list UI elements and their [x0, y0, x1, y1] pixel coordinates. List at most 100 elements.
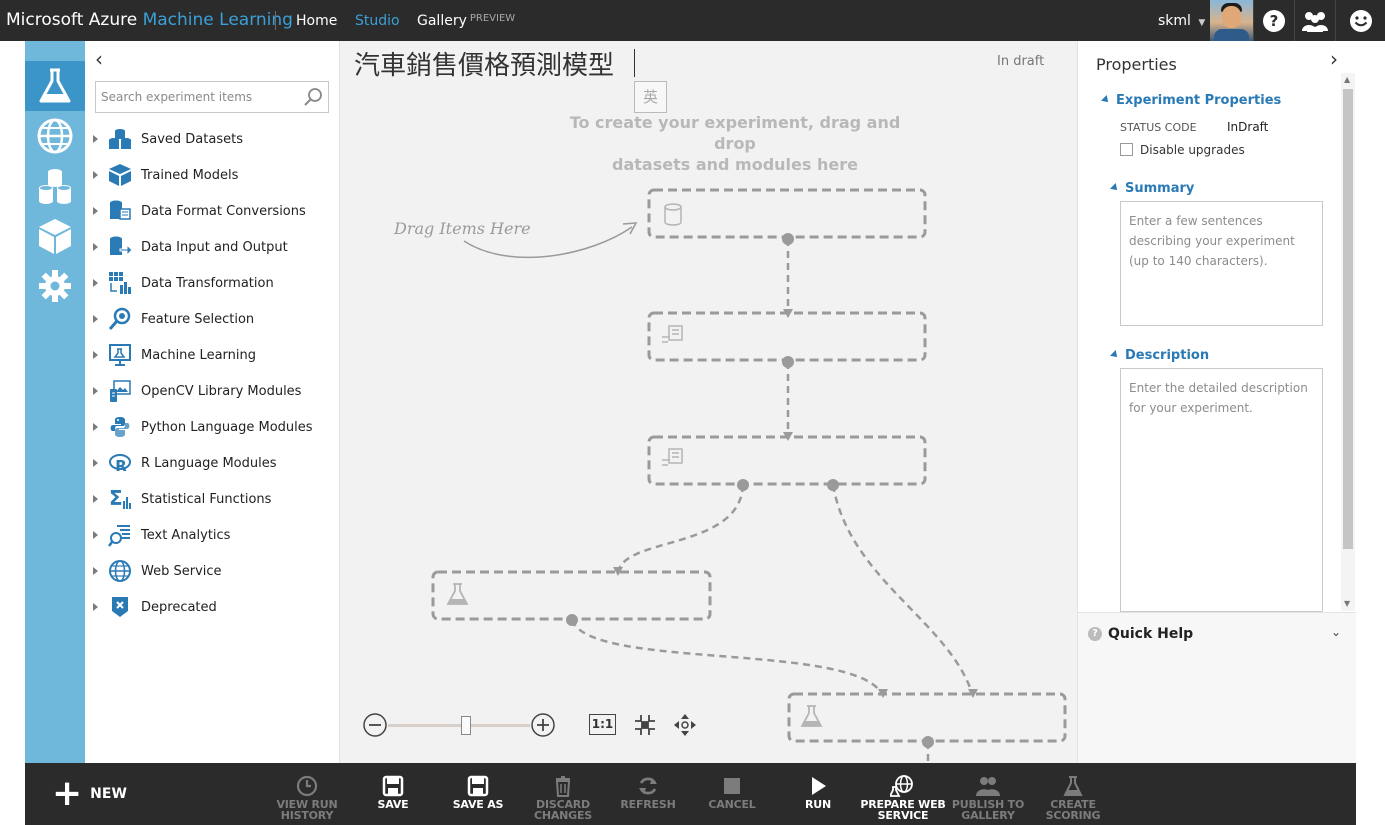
port-1 [782, 233, 794, 245]
save-button[interactable]: SAVE [348, 773, 438, 810]
palette-item[interactable]: Saved Datasets [93, 126, 333, 152]
experiment-properties-header[interactable]: Experiment Properties [1101, 93, 1281, 108]
palette-item[interactable]: Text Analytics [93, 522, 333, 548]
properties-title: Properties [1096, 55, 1177, 74]
palette-item-label: R Language Modules [141, 455, 277, 471]
summary-textarea[interactable]: Enter a few sentences describing your ex… [1120, 201, 1323, 326]
expand-arrow-icon[interactable] [93, 531, 98, 539]
text-analytics-icon [108, 523, 132, 547]
expand-arrow-icon[interactable] [93, 423, 98, 431]
expand-arrow-icon[interactable] [93, 459, 98, 467]
search-box [95, 81, 329, 113]
zoom-out-icon[interactable] [362, 712, 388, 738]
palette-item[interactable]: R R Language Modules [93, 450, 333, 476]
zoom-slider-track[interactable] [388, 724, 530, 727]
save-as-button[interactable]: SAVE AS [433, 773, 523, 810]
nav-home[interactable]: Home [296, 13, 337, 29]
palette-item[interactable]: Machine Learning [93, 342, 333, 368]
description-header[interactable]: Description [1110, 348, 1209, 363]
palette-item[interactable]: Data Transformation [93, 270, 333, 296]
palette-item-label: Web Service [141, 563, 222, 579]
connector-5 [570, 619, 885, 697]
refresh-icon [603, 773, 693, 799]
collapse-palette-icon[interactable]: ‹ [95, 47, 103, 71]
palette-item[interactable]: OpenCV Library Modules [93, 378, 333, 404]
datasets-icon[interactable] [25, 161, 85, 211]
web-services-icon[interactable] [25, 111, 85, 161]
nav-studio[interactable]: Studio [355, 13, 400, 29]
palette-item[interactable]: Data Format Conversions [93, 198, 333, 224]
expand-arrow-icon[interactable] [93, 603, 98, 611]
expand-arrow-icon[interactable] [93, 135, 98, 143]
data-io-icon [108, 235, 132, 259]
zoom-slider-thumb[interactable] [461, 716, 472, 735]
drag-note-arrow [463, 226, 633, 259]
port-4 [827, 479, 839, 491]
page-margin-right [1356, 41, 1385, 825]
fit-to-screen-icon[interactable] [632, 712, 658, 738]
studio-window: Microsoft Azure Machine Learning Home St… [0, 0, 1385, 825]
prepare-web-service-button[interactable]: PREPARE WEB SERVICE [858, 773, 948, 821]
expand-arrow-icon[interactable] [93, 243, 98, 251]
zoom-in-icon[interactable] [530, 712, 556, 738]
view-run-history-button[interactable]: VIEW RUN HISTORY [262, 773, 352, 821]
community-icon[interactable] [1294, 0, 1335, 41]
palette-item[interactable]: Deprecated [93, 594, 333, 620]
svg-text:?: ? [1270, 12, 1279, 30]
flask-icon-score [800, 705, 823, 727]
placeholder-node-transform-1 [647, 311, 927, 362]
experiments-icon[interactable] [25, 61, 85, 111]
user-menu[interactable]: skml ▼ [1158, 13, 1205, 29]
quick-help-pane: ? Quick Help ⌄ [1078, 612, 1356, 763]
quick-help-title[interactable]: Quick Help [1108, 626, 1193, 642]
search-input[interactable] [96, 82, 296, 112]
chevron-down-icon[interactable]: ⌄ [1331, 625, 1341, 639]
new-button[interactable]: + NEW [52, 776, 127, 812]
search-icon[interactable] [303, 87, 323, 111]
feedback-icon[interactable] [1335, 0, 1385, 41]
expand-arrow-icon[interactable] [93, 567, 98, 575]
description-textarea[interactable]: Enter the detailed description for your … [1120, 368, 1323, 612]
sigma-icon: Σ [108, 487, 132, 511]
publish-to-gallery-button[interactable]: PUBLISH TO GALLERY [943, 773, 1033, 821]
help-icon[interactable]: ? [1253, 0, 1294, 41]
palette-item[interactable]: Feature Selection [93, 306, 333, 332]
expand-arrow-icon[interactable] [93, 207, 98, 215]
actual-size-button[interactable]: 1:1 [589, 714, 616, 735]
trained-models-icon[interactable] [25, 211, 85, 261]
discard-changes-button[interactable]: DISCARD CHANGES [518, 773, 608, 821]
expand-arrow-icon[interactable] [93, 387, 98, 395]
experiment-canvas[interactable]: 汽車銷售價格預測模型 In draft 英 To create your exp… [340, 41, 1077, 763]
refresh-button[interactable]: REFRESH [603, 773, 693, 810]
expand-arrow-icon[interactable] [93, 315, 98, 323]
expand-arrow-icon[interactable] [93, 279, 98, 287]
expand-arrow-icon[interactable] [93, 351, 98, 359]
summary-header[interactable]: Summary [1110, 181, 1194, 196]
avatar[interactable] [1210, 0, 1253, 41]
run-button[interactable]: RUN [773, 773, 863, 810]
palette-item[interactable]: Web Service [93, 558, 333, 584]
disable-upgrades-checkbox[interactable] [1120, 143, 1133, 156]
save-icon [348, 773, 438, 799]
cancel-button[interactable]: CANCEL [687, 773, 777, 810]
palette-item[interactable]: Σ Statistical Functions [93, 486, 333, 512]
expand-arrow-icon[interactable] [93, 171, 98, 179]
settings-icon[interactable] [25, 261, 85, 311]
pan-icon[interactable] [672, 712, 698, 738]
palette-item[interactable]: Trained Models [93, 162, 333, 188]
scroll-up-icon[interactable]: ▲ [1344, 75, 1350, 84]
properties-scrollbar[interactable]: ▲ ▼ [1341, 73, 1355, 611]
trash-icon [518, 773, 608, 799]
brand[interactable]: Microsoft Azure Machine Learning [6, 10, 293, 30]
scrollbar-thumb[interactable] [1343, 89, 1353, 549]
collapse-properties-icon[interactable]: › [1330, 47, 1338, 71]
palette-item[interactable]: Python Language Modules [93, 414, 333, 440]
palette-item[interactable]: Data Input and Output [93, 234, 333, 260]
placeholder-node-train [431, 570, 712, 621]
expand-arrow-icon[interactable] [93, 495, 98, 503]
placeholder-flow-diagram [431, 188, 1067, 763]
nav-gallery[interactable]: Gallery PREVIEW [417, 13, 515, 29]
scroll-down-icon[interactable]: ▼ [1344, 599, 1350, 608]
create-scoring-button[interactable]: CREATE SCORING [1028, 773, 1118, 821]
tool-label-line1: SAVE [377, 798, 409, 811]
